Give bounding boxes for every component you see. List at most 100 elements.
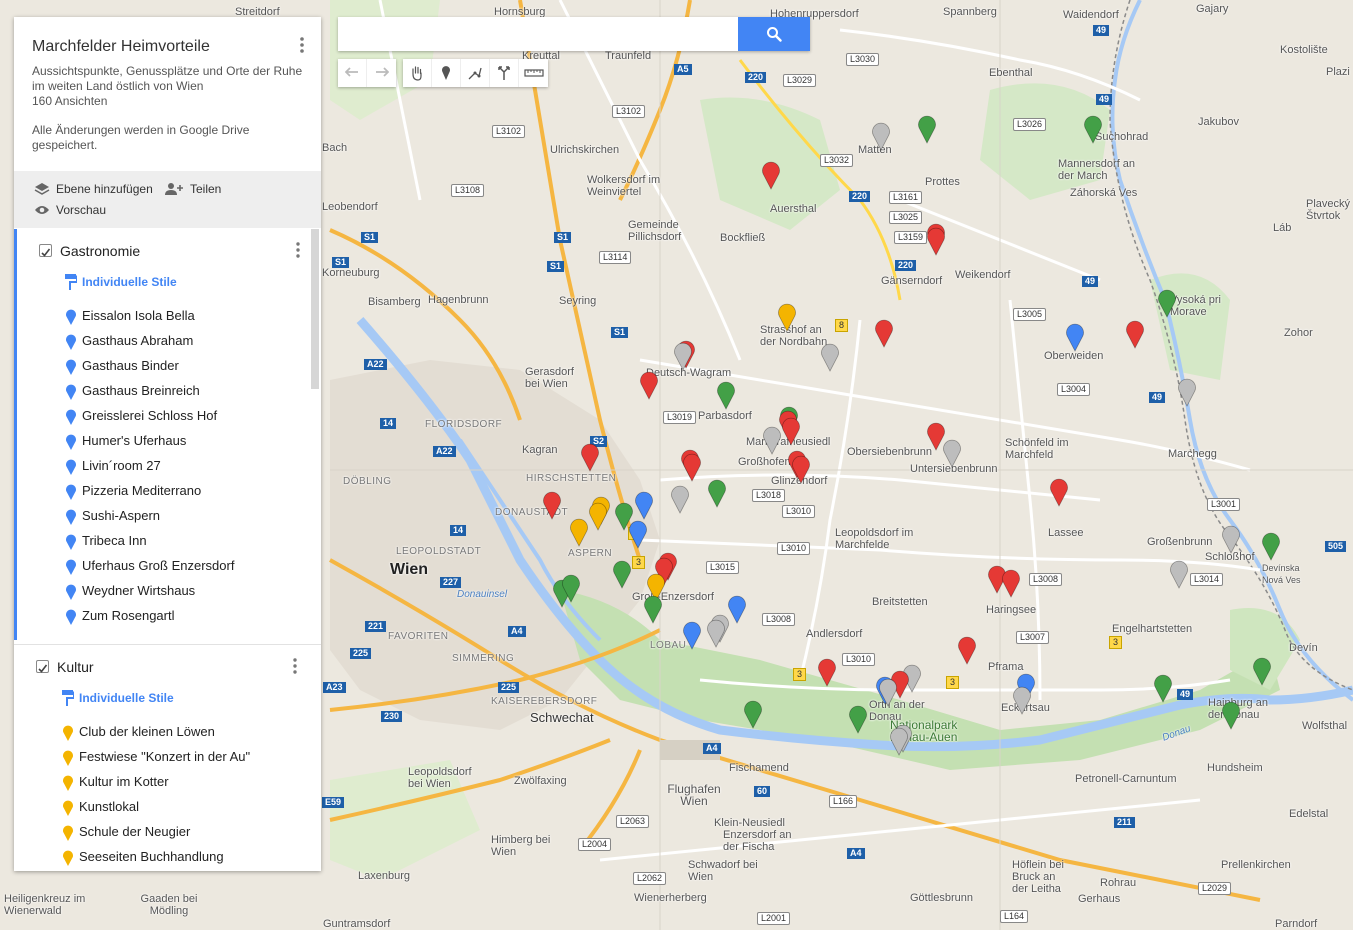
add-marker-button[interactable]: [432, 59, 461, 87]
map-marker[interactable]: [878, 677, 898, 707]
list-item[interactable]: Humer's Uferhaus: [17, 432, 311, 457]
map-marker[interactable]: [727, 594, 747, 624]
map-marker[interactable]: [643, 594, 663, 624]
add-layer-button[interactable]: Ebene hinzufügen: [34, 182, 153, 196]
list-item[interactable]: Tribeca Inn: [17, 532, 311, 557]
list-item[interactable]: Sushi-Aspern: [17, 507, 311, 532]
search-button[interactable]: [738, 17, 810, 51]
map-marker[interactable]: [1177, 377, 1197, 407]
map-marker[interactable]: [762, 425, 782, 455]
more-vert-icon[interactable]: [289, 657, 301, 675]
undo-button[interactable]: [338, 59, 367, 87]
more-vert-icon[interactable]: [296, 35, 308, 55]
map-marker[interactable]: [820, 342, 840, 372]
map-marker[interactable]: [848, 704, 868, 734]
map-marker[interactable]: [682, 452, 702, 482]
map-marker[interactable]: [569, 517, 589, 547]
map-marker[interactable]: [1001, 568, 1021, 598]
draw-line-button[interactable]: [461, 59, 490, 87]
map-marker[interactable]: [889, 726, 909, 756]
list-item[interactable]: Livin´room 27: [17, 457, 311, 482]
map-marker[interactable]: [673, 341, 693, 371]
map-marker[interactable]: [761, 160, 781, 190]
map-marker[interactable]: [707, 478, 727, 508]
map-marker[interactable]: [777, 302, 797, 332]
map-marker[interactable]: [612, 559, 632, 589]
map-marker[interactable]: [1012, 685, 1032, 715]
map-marker[interactable]: [1221, 524, 1241, 554]
list-item[interactable]: Kunstlokal: [14, 798, 311, 823]
add-route-button[interactable]: [490, 59, 519, 87]
map-marker[interactable]: [639, 370, 659, 400]
map-marker[interactable]: [1252, 656, 1272, 686]
map-description[interactable]: Aussichtspunkte, Genussplätze und Orte d…: [32, 64, 312, 94]
map-marker[interactable]: [1065, 322, 1085, 352]
pan-tool-button[interactable]: [403, 59, 432, 87]
share-button[interactable]: Teilen: [164, 182, 221, 196]
road-shield: L3010: [782, 505, 816, 518]
layer-name[interactable]: Kultur: [57, 659, 94, 675]
map-marker[interactable]: [942, 438, 962, 468]
list-item[interactable]: Schule der Neugier: [14, 823, 311, 848]
list-item[interactable]: Eissalon Isola Bella: [17, 307, 311, 332]
map-marker[interactable]: [542, 490, 562, 520]
layer-name[interactable]: Gastronomie: [60, 243, 140, 259]
layer-gastronomie[interactable]: Gastronomie Individuelle Stile Eissalon …: [14, 229, 311, 640]
map-marker[interactable]: [871, 121, 891, 151]
map-marker[interactable]: [561, 573, 581, 603]
map-marker[interactable]: [957, 635, 977, 665]
map-marker[interactable]: [1261, 531, 1281, 561]
place-label: Guntramsdorf: [323, 918, 391, 930]
list-item[interactable]: Kultur im Kotter: [14, 773, 311, 798]
map-marker[interactable]: [706, 618, 726, 648]
measure-button[interactable]: [519, 59, 548, 87]
map-marker[interactable]: [670, 484, 690, 514]
map-marker[interactable]: [628, 519, 648, 549]
map-marker[interactable]: [1169, 559, 1189, 589]
map-marker[interactable]: [634, 490, 654, 520]
map-marker[interactable]: [926, 226, 946, 256]
list-item[interactable]: Greisslerei Schloss Hof: [17, 407, 311, 432]
map-marker[interactable]: [743, 699, 763, 729]
more-vert-icon[interactable]: [292, 241, 304, 259]
list-item[interactable]: Pizzeria Mediterrano: [17, 482, 311, 507]
map-marker[interactable]: [1153, 673, 1173, 703]
layer-style-link[interactable]: Individuelle Stile: [14, 689, 311, 717]
list-item[interactable]: Zum Rosengartl: [17, 607, 311, 632]
map-marker[interactable]: [1125, 319, 1145, 349]
map-marker[interactable]: [1083, 114, 1103, 144]
list-item[interactable]: Club der kleinen Löwen: [14, 723, 311, 748]
map-marker[interactable]: [1221, 700, 1241, 730]
map-marker[interactable]: [791, 454, 811, 484]
layer-list[interactable]: Gastronomie Individuelle Stile Eissalon …: [14, 229, 321, 871]
redo-button[interactable]: [367, 59, 396, 87]
map-marker[interactable]: [588, 501, 608, 531]
road-shield: A4: [703, 743, 721, 754]
map-marker[interactable]: [580, 442, 600, 472]
list-item[interactable]: Gasthaus Abraham: [17, 332, 311, 357]
scrollbar[interactable]: [311, 229, 319, 389]
list-item[interactable]: Weydner Wirtshaus: [17, 582, 311, 607]
preview-button[interactable]: Vorschau: [34, 203, 106, 217]
list-item[interactable]: Festwiese "Konzert in der Au": [14, 748, 311, 773]
layer-checkbox[interactable]: [36, 660, 49, 673]
search-input[interactable]: [338, 17, 738, 51]
map-marker[interactable]: [716, 380, 736, 410]
list-item[interactable]: Gasthaus Breinreich: [17, 382, 311, 407]
list-item[interactable]: Seeseiten Buchhandlung: [14, 848, 311, 871]
map-marker[interactable]: [1157, 288, 1177, 318]
map-marker[interactable]: [781, 416, 801, 446]
list-item[interactable]: Uferhaus Groß Enzersdorf: [17, 557, 311, 582]
map-pin-icon: [875, 319, 893, 348]
layer-style-link[interactable]: Individuelle Stile: [17, 273, 311, 301]
layer-checkbox[interactable]: [39, 244, 52, 257]
map-marker[interactable]: [917, 114, 937, 144]
place-label: Lassee: [1048, 527, 1084, 539]
map-marker[interactable]: [874, 318, 894, 348]
map-marker[interactable]: [1049, 477, 1069, 507]
list-item[interactable]: Gasthaus Binder: [17, 357, 311, 382]
map-marker[interactable]: [817, 657, 837, 687]
layer-kultur[interactable]: Kultur Individuelle Stile Club der klein…: [14, 645, 311, 871]
map-marker[interactable]: [682, 620, 702, 650]
map-title[interactable]: Marchfelder Heimvorteile: [32, 38, 210, 56]
